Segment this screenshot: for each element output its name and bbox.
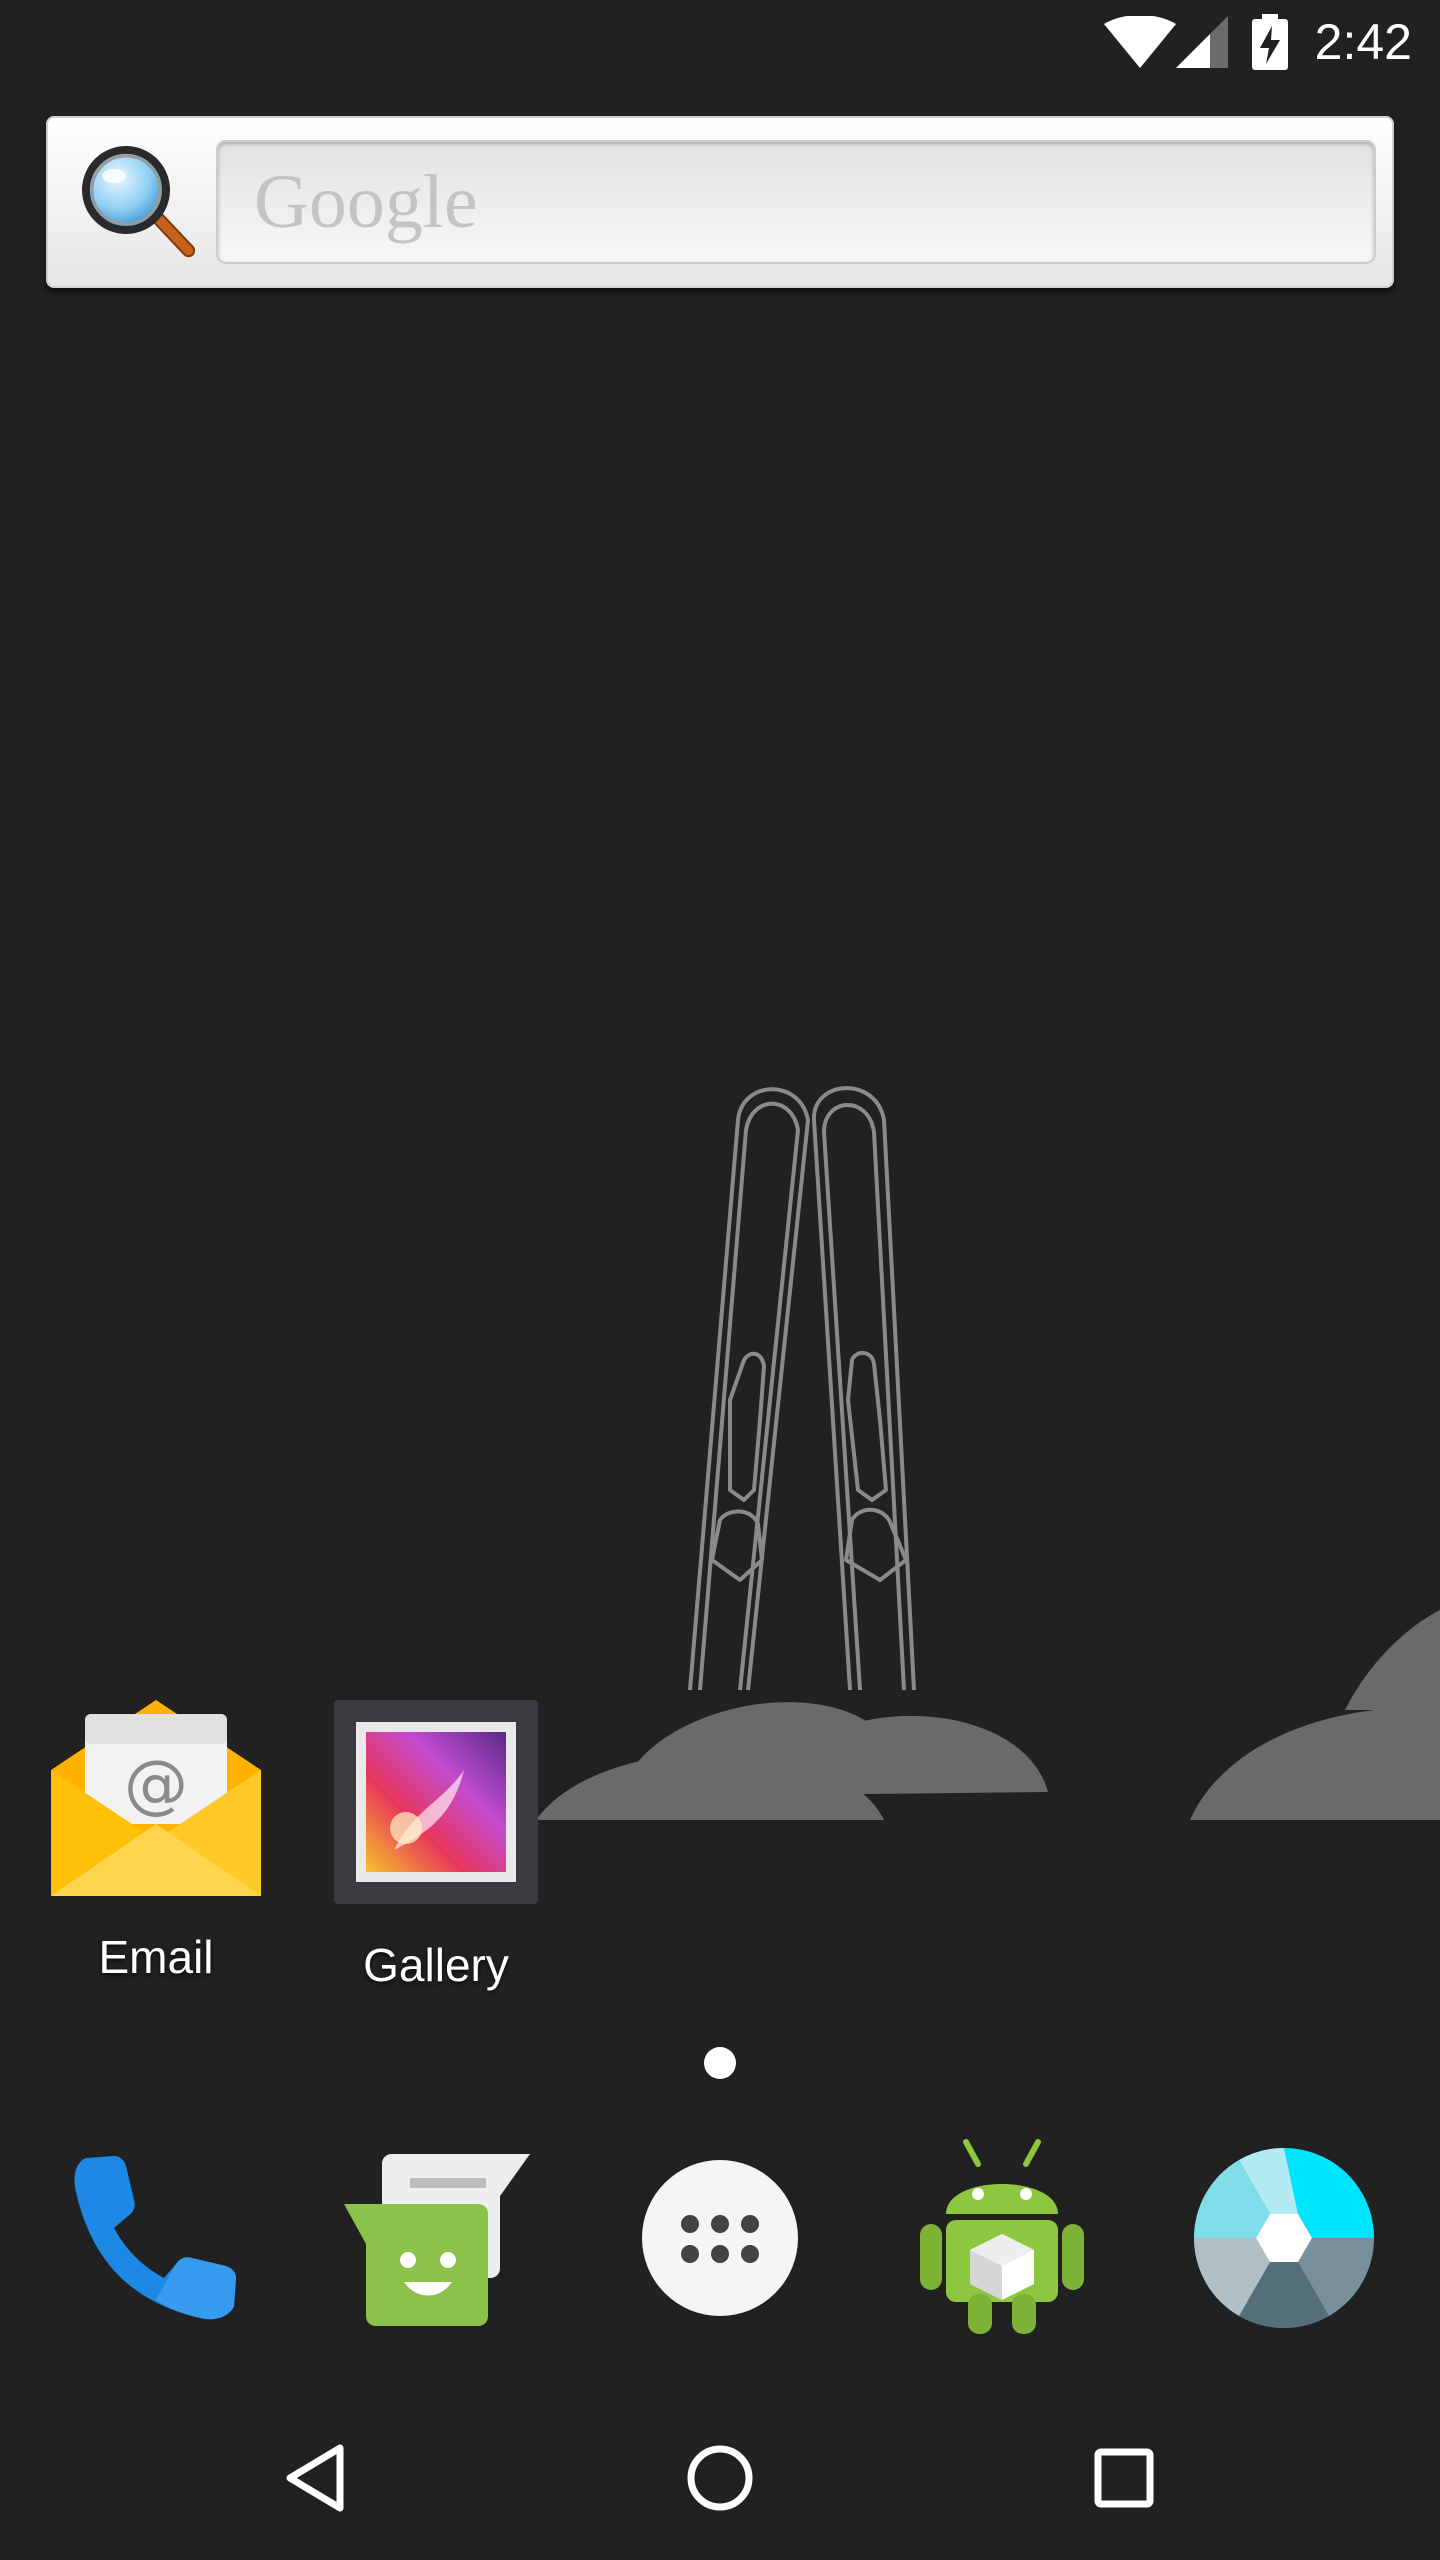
gallery-label: Gallery: [363, 1939, 509, 1991]
messaging-icon[interactable]: [344, 2150, 534, 2326]
camera-aperture-icon[interactable]: [1194, 2148, 1374, 2328]
android-icon[interactable]: [916, 2138, 1088, 2336]
wifi-icon: [1104, 16, 1176, 68]
status-bar: 2:42: [0, 0, 1440, 84]
back-icon[interactable]: [282, 2442, 348, 2514]
email-label: Email: [98, 1931, 214, 1983]
email-app[interactable]: @ Email: [36, 1700, 276, 1984]
email-icon[interactable]: @: [51, 1700, 261, 1896]
svg-text:@: @: [124, 1748, 188, 1822]
search-placeholder: Google: [254, 160, 478, 244]
gallery-app[interactable]: Gallery: [316, 1700, 556, 1992]
status-time: 2:42: [1314, 14, 1412, 70]
recents-icon[interactable]: [1094, 2448, 1154, 2508]
home-icon[interactable]: [686, 2444, 754, 2512]
phone-icon[interactable]: [72, 2152, 240, 2320]
app-drawer-icon[interactable]: [642, 2160, 798, 2316]
battery-charging-icon: [1252, 14, 1288, 70]
navigation-bar: [0, 2376, 1440, 2560]
home-screen: 2:42 Google @ Email Gallery: [0, 0, 1440, 2560]
page-indicator-dot: [704, 2047, 736, 2079]
gallery-icon[interactable]: [334, 1700, 538, 1904]
magnifier-icon[interactable]: [72, 138, 200, 266]
cell-signal-icon: [1176, 16, 1228, 68]
google-search-widget[interactable]: Google: [46, 116, 1394, 288]
search-input[interactable]: Google: [216, 140, 1376, 264]
